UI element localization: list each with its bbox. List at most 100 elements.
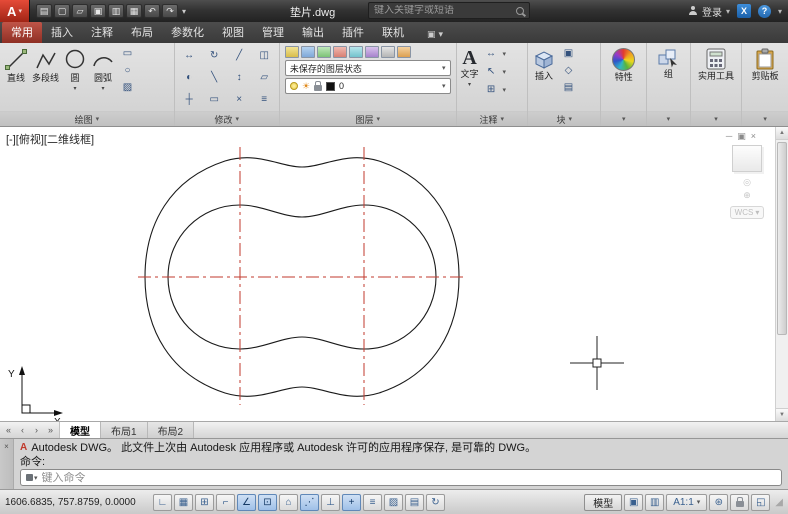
command-input[interactable] xyxy=(41,471,776,484)
toolbar-lock-button[interactable] xyxy=(730,493,750,511)
rotate-tool[interactable]: ↻ xyxy=(205,47,224,63)
doc-minimize-icon[interactable]: ─ xyxy=(726,131,732,142)
layer-tool-icon[interactable] xyxy=(316,46,331,58)
layer-thaw-icon[interactable]: ☀ xyxy=(302,81,310,92)
array-tool[interactable]: ┼ xyxy=(180,91,199,107)
layer-on-icon[interactable] xyxy=(289,82,298,90)
quick-properties-toggle[interactable]: ▤ xyxy=(405,493,424,511)
undo-icon[interactable]: ↶ xyxy=(144,4,160,18)
new-file-icon[interactable]: ▢ xyxy=(54,4,70,18)
tab-insert[interactable]: 插入 xyxy=(42,22,82,43)
save-icon[interactable]: ▣ xyxy=(90,4,106,18)
clipboard-tool[interactable]: 剪贴板 xyxy=(751,45,780,81)
utilities-tool[interactable]: 实用工具 xyxy=(697,45,735,81)
doc-close-icon[interactable]: × xyxy=(751,131,756,142)
panel-draw-footer[interactable]: 绘图 ▾ xyxy=(0,111,174,126)
layer-lock-icon[interactable] xyxy=(313,80,322,91)
tab-plugins[interactable]: 插件 xyxy=(333,22,373,43)
3d-object-snap-toggle[interactable]: ⌂ xyxy=(279,493,298,511)
command-input-row[interactable]: ▾ xyxy=(20,469,782,486)
infer-constraints-toggle[interactable]: ∟ xyxy=(153,493,172,511)
vertical-scrollbar[interactable]: ▲ ▼ xyxy=(775,127,788,421)
qat-dropdown-icon[interactable]: ▾ xyxy=(182,7,186,16)
insert-block-tool[interactable]: 插入 xyxy=(531,45,557,81)
stretch-tool[interactable]: ↕ xyxy=(230,69,249,85)
grid-display-toggle[interactable]: ⊞ xyxy=(195,493,214,511)
polyline-tool[interactable]: 多段线 xyxy=(31,45,60,83)
viewcube[interactable] xyxy=(732,145,762,172)
tab-layout1[interactable]: 布局1 xyxy=(101,422,148,438)
scale-tool[interactable]: ▱ xyxy=(255,69,274,85)
workspace-switch-icon[interactable]: ⊛ xyxy=(709,493,729,511)
scroll-up-icon[interactable]: ▲ xyxy=(776,127,788,140)
dimension-tool[interactable]: ↔ ▾ xyxy=(482,45,506,62)
navbar-pan-icon[interactable]: ⊕ xyxy=(743,190,751,201)
scroll-down-icon[interactable]: ▼ xyxy=(776,408,788,421)
layer-tool-icon[interactable] xyxy=(332,46,347,58)
model-space-button[interactable]: 模型 xyxy=(584,493,623,511)
drawing-viewport[interactable]: Y X xyxy=(0,127,788,421)
layer-tool-icon[interactable] xyxy=(348,46,363,58)
close-icon[interactable]: × xyxy=(4,442,9,489)
last-tab-icon[interactable]: » xyxy=(44,425,57,435)
ribbon-display-toggle[interactable]: ▣ ▾ xyxy=(427,29,443,43)
copy-tool[interactable]: ◫ xyxy=(255,47,274,63)
snap-mode-toggle[interactable]: ▦ xyxy=(174,493,193,511)
panel-properties-footer[interactable]: ▾ xyxy=(601,111,647,126)
transparency-toggle[interactable]: ▨ xyxy=(384,493,403,511)
exchange-apps-icon[interactable]: X xyxy=(736,4,751,18)
tab-home[interactable]: 常用 xyxy=(2,22,42,43)
layer-tool-icon[interactable] xyxy=(396,46,411,58)
create-block-tool[interactable]: ▣ xyxy=(559,45,578,61)
quick-view-drawings-icon[interactable]: ▥ xyxy=(645,493,665,511)
panel-modify-footer[interactable]: 修改 ▾ xyxy=(174,111,279,126)
viewport-controls[interactable]: [-][俯视][二维线框] xyxy=(6,131,94,147)
coordinate-display[interactable]: 1606.6835, 757.8759, 0.0000 xyxy=(5,497,151,508)
erase-tool[interactable]: ▭ xyxy=(205,91,224,107)
prev-tab-icon[interactable]: ‹ xyxy=(16,425,29,435)
mirror-tool[interactable]: ◐ xyxy=(180,69,199,85)
panel-block-footer[interactable]: 块 ▾ xyxy=(527,111,601,126)
tab-layout2[interactable]: 布局2 xyxy=(147,422,195,438)
search-icon[interactable] xyxy=(516,6,524,15)
first-tab-icon[interactable]: « xyxy=(2,425,15,435)
dynamic-input-toggle[interactable]: + xyxy=(342,493,361,511)
layer-dropdown[interactable]: ☀ 0 ▾ xyxy=(284,78,451,94)
properties-tool[interactable]: 特性 xyxy=(611,45,636,82)
explode-tool[interactable]: × xyxy=(230,91,249,107)
table-tool[interactable]: ⊞ ▾ xyxy=(482,81,506,98)
workspace-icon[interactable]: ▤ xyxy=(36,4,52,18)
doc-restore-icon[interactable]: ▣ xyxy=(737,131,746,142)
object-snap-toggle[interactable]: ⊡ xyxy=(258,493,277,511)
tab-parametric[interactable]: 参数化 xyxy=(162,22,213,43)
redo-icon[interactable]: ↷ xyxy=(162,4,178,18)
layer-tool-icon[interactable] xyxy=(380,46,395,58)
tab-output[interactable]: 输出 xyxy=(293,22,333,43)
search-input[interactable] xyxy=(374,5,511,16)
fillet-tool[interactable]: ╲ xyxy=(205,69,224,85)
tab-online[interactable]: 联机 xyxy=(373,22,413,43)
open-file-icon[interactable]: ▱ xyxy=(72,4,88,18)
help-icon[interactable]: ? xyxy=(757,4,771,18)
quick-view-layouts-icon[interactable]: ▣ xyxy=(624,493,644,511)
panel-clipboard-footer[interactable]: ▾ xyxy=(742,111,788,126)
tab-layout[interactable]: 布局 xyxy=(122,22,162,43)
clean-screen-icon[interactable]: ◱ xyxy=(751,493,771,511)
help-search-box[interactable] xyxy=(368,2,530,19)
next-tab-icon[interactable]: › xyxy=(30,425,43,435)
arc-tool[interactable]: 圆弧 ▾ xyxy=(90,45,116,92)
tab-manage[interactable]: 管理 xyxy=(253,22,293,43)
ellipse-tool[interactable]: ○ xyxy=(118,62,137,78)
signin-button[interactable]: 登录 ▾ xyxy=(689,4,730,19)
layer-tool-icon[interactable] xyxy=(300,46,315,58)
polar-tracking-toggle[interactable]: ∠ xyxy=(237,493,256,511)
panel-utilities-footer[interactable]: ▾ xyxy=(690,111,742,126)
plot-icon[interactable]: ▦ xyxy=(126,4,142,18)
app-menu-button[interactable]: A ▾ xyxy=(0,0,30,22)
edit-block-tool[interactable]: ◇ xyxy=(559,62,578,78)
save-as-icon[interactable]: ▥ xyxy=(108,4,124,18)
rectangle-tool[interactable]: ▭ xyxy=(118,45,137,61)
offset-tool[interactable]: ≡ xyxy=(255,91,274,107)
text-tool[interactable]: A 文字 ▾ xyxy=(460,45,480,88)
panel-layers-footer[interactable]: 图层 ▾ xyxy=(279,111,456,126)
